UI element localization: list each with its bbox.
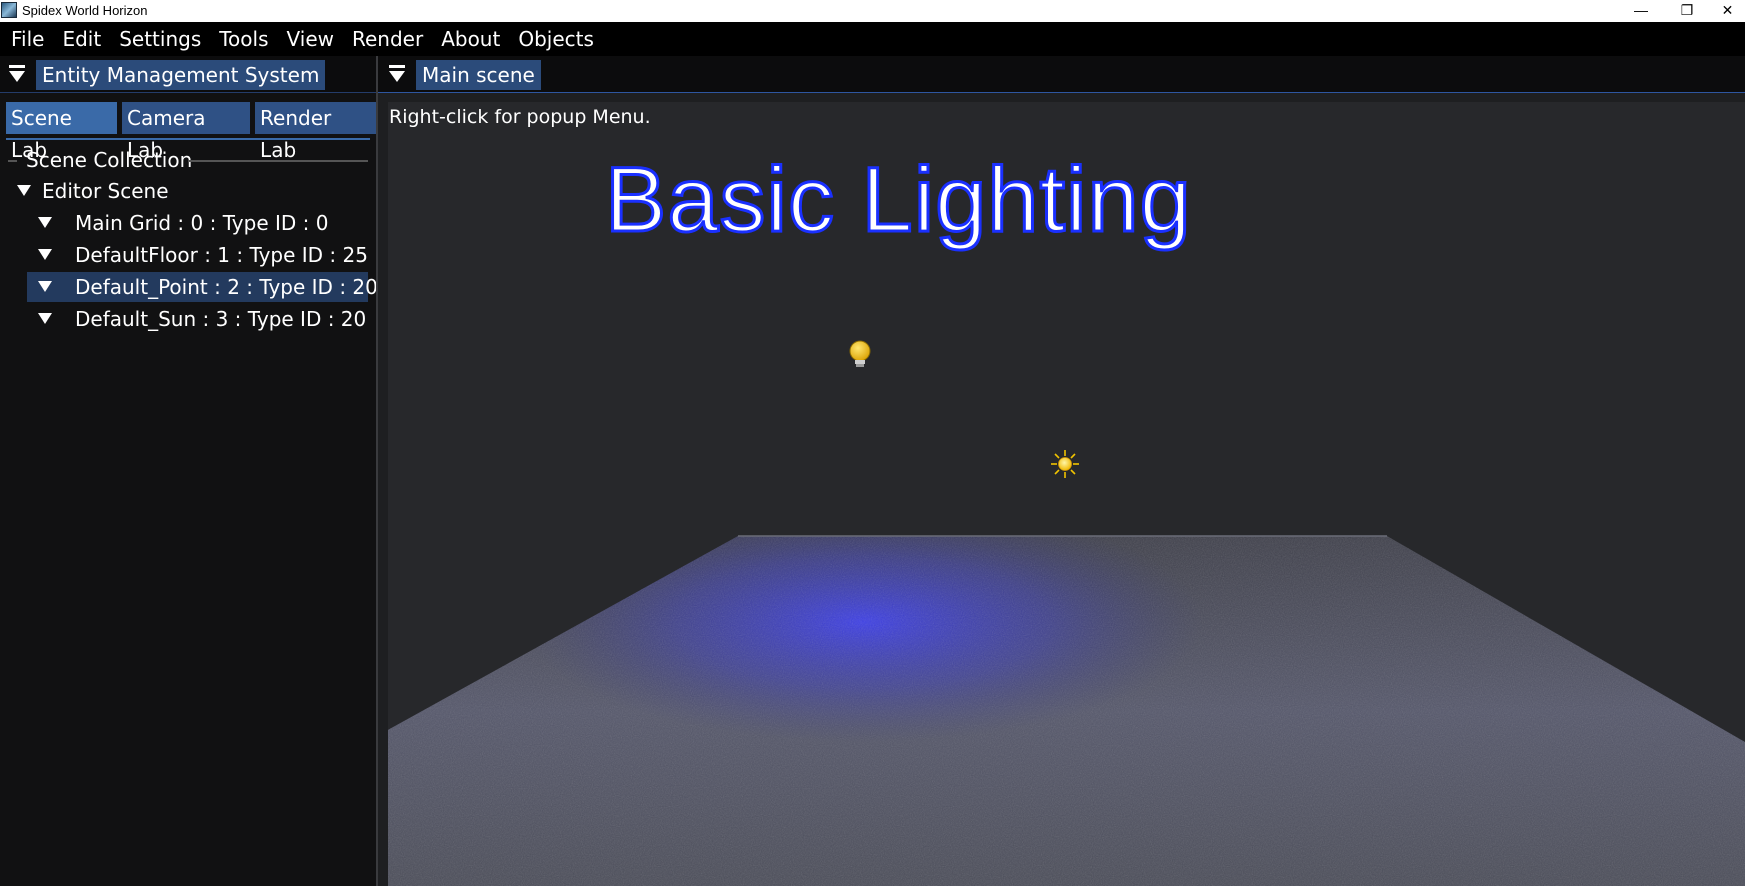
- menu-tools[interactable]: Tools: [210, 22, 277, 56]
- app-icon: [1, 2, 17, 18]
- entity-panel: Entity Management System Scene Lab Camer…: [0, 56, 378, 886]
- tree-root-editor-scene[interactable]: Editor Scene: [0, 176, 376, 206]
- tree-item-main-grid[interactable]: Main Grid : 0 : Type ID : 0: [0, 208, 376, 238]
- tree-item-label: Main Grid : 0 : Type ID : 0: [75, 211, 329, 235]
- main-scene-title[interactable]: Main scene: [416, 60, 541, 90]
- menu-bar: File Edit Settings Tools View Render Abo…: [0, 22, 1745, 56]
- menu-render[interactable]: Render: [343, 22, 432, 56]
- tree-item-default-floor[interactable]: DefaultFloor : 1 : Type ID : 25: [0, 240, 376, 270]
- expand-arrow-icon[interactable]: [38, 217, 52, 228]
- tab-render-lab[interactable]: Render Lab: [255, 102, 376, 162]
- tree-item-label: Default_Sun : 3 : Type ID : 20: [75, 307, 367, 331]
- menu-settings[interactable]: Settings: [110, 22, 210, 56]
- tab-underline: [6, 138, 370, 140]
- tree-root-label: Editor Scene: [42, 179, 169, 203]
- tab-scene-lab[interactable]: Scene Lab: [6, 102, 117, 162]
- expand-arrow-icon[interactable]: [38, 249, 52, 260]
- close-button[interactable]: ✕: [1710, 0, 1745, 22]
- entity-panel-header: Entity Management System: [0, 56, 376, 93]
- scene-collection-separator: Scene Collection: [8, 144, 368, 178]
- panel-collapse-icon[interactable]: [8, 62, 26, 84]
- lab-tabs: Scene Lab Camera Lab Render Lab: [6, 102, 376, 162]
- scene-title-label: Basic Lighting: [604, 148, 1193, 253]
- main-scene-header: Main scene: [378, 56, 1745, 93]
- minimize-button[interactable]: —: [1618, 0, 1664, 22]
- maximize-button[interactable]: ❐: [1664, 0, 1710, 22]
- menu-edit[interactable]: Edit: [53, 22, 110, 56]
- point-light-bulb-icon[interactable]: [848, 340, 872, 370]
- menu-objects[interactable]: Objects: [509, 22, 603, 56]
- expand-arrow-icon[interactable]: [38, 313, 52, 324]
- tree-item-label: Default_Point : 2 : Type ID : 20: [75, 275, 378, 299]
- tree-item-label: DefaultFloor : 1 : Type ID : 25: [75, 243, 368, 267]
- scene-collection-label: Scene Collection: [26, 148, 193, 172]
- sun-light-icon[interactable]: [1050, 449, 1080, 479]
- popup-hint-text: Right-click for popup Menu.: [389, 106, 651, 128]
- expand-arrow-icon[interactable]: [38, 281, 52, 292]
- expand-arrow-icon[interactable]: [17, 185, 31, 196]
- menu-file[interactable]: File: [2, 22, 53, 56]
- panel-collapse-icon[interactable]: [388, 62, 406, 84]
- menu-view[interactable]: View: [278, 22, 343, 56]
- window-title: Spidex World Horizon: [22, 3, 148, 18]
- tree-item-default-sun[interactable]: Default_Sun : 3 : Type ID : 20: [0, 304, 376, 334]
- tree-item-default-point[interactable]: Default_Point : 2 : Type ID : 20: [0, 272, 378, 302]
- tab-camera-lab[interactable]: Camera Lab: [121, 102, 251, 162]
- title-bar: Spidex World Horizon — ❐ ✕: [0, 0, 1745, 22]
- panel-splitter[interactable]: [376, 56, 378, 886]
- menu-about[interactable]: About: [432, 22, 509, 56]
- entity-panel-title[interactable]: Entity Management System: [36, 60, 326, 90]
